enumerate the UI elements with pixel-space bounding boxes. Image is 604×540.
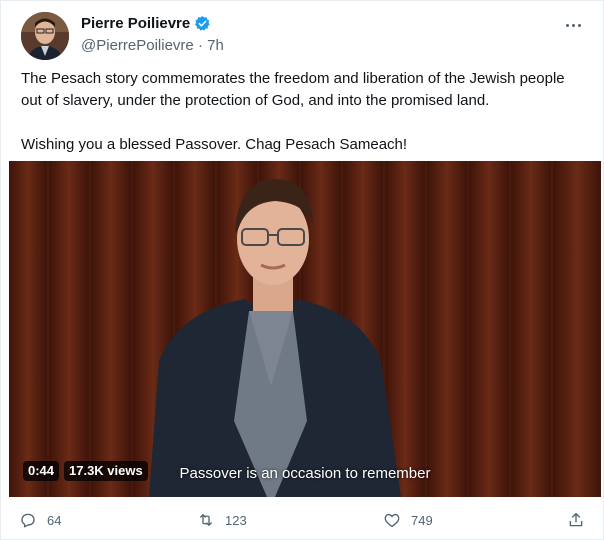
handle-row: @PierrePoilievre · 7h xyxy=(81,37,224,54)
more-dot xyxy=(571,23,575,27)
like-count: 749 xyxy=(411,512,433,528)
timestamp[interactable]: 7h xyxy=(207,37,224,54)
video-player[interactable]: 0:44 17.3K views Passover is an occasion… xyxy=(9,161,601,497)
author-name-row[interactable]: Pierre Poilievre xyxy=(81,15,211,32)
tweet-card[interactable]: Pierre Poilievre @PierrePoilievre · 7h T… xyxy=(0,0,604,540)
avatar[interactable] xyxy=(21,12,69,60)
reply-count: 64 xyxy=(47,512,62,528)
reply-icon xyxy=(21,513,35,528)
more-dot xyxy=(577,23,581,27)
like-button[interactable]: 749 xyxy=(383,506,433,534)
share-button[interactable] xyxy=(567,506,585,534)
verified-badge-icon xyxy=(194,15,211,32)
tweet-paragraph-1: The Pesach story commemorates the freedo… xyxy=(21,70,565,109)
video-caption: Passover is an occasion to remember xyxy=(179,465,431,482)
tweet-text: The Pesach story commemorates the freedo… xyxy=(21,68,581,156)
retweet-count: 123 xyxy=(225,512,247,528)
retweet-button[interactable]: 123 xyxy=(197,506,247,534)
more-options-button[interactable] xyxy=(559,11,587,39)
separator: · xyxy=(197,37,203,54)
author-name[interactable]: Pierre Poilievre xyxy=(81,15,190,32)
author-handle[interactable]: @PierrePoilievre xyxy=(81,37,194,54)
action-bar: 64 123 749 xyxy=(1,506,604,536)
share-icon xyxy=(569,512,583,527)
heart-icon xyxy=(384,513,400,528)
more-dots-icon xyxy=(565,23,569,27)
reply-button[interactable]: 64 xyxy=(19,506,61,534)
video-frame xyxy=(9,161,601,497)
retweet-icon xyxy=(200,514,212,526)
tweet-paragraph-2: Wishing you a blessed Passover. Chag Pes… xyxy=(21,136,408,153)
